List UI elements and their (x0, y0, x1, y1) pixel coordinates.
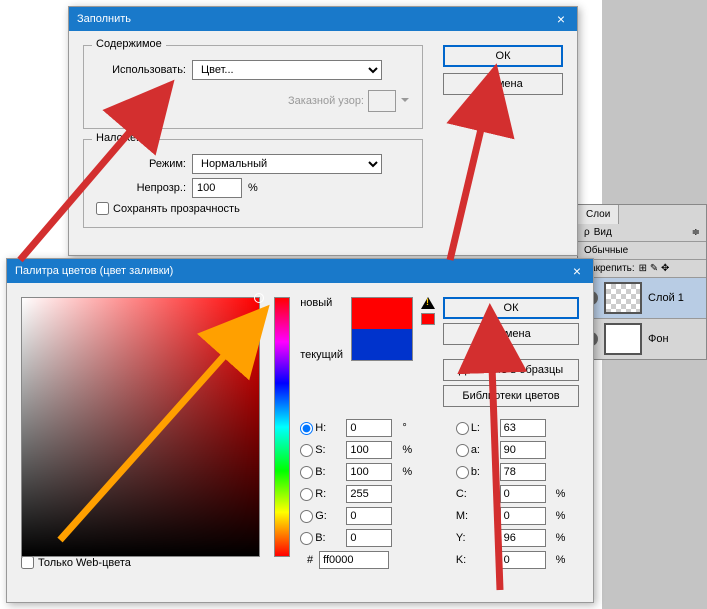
new-color-swatch (352, 298, 412, 329)
opacity-input[interactable] (192, 178, 242, 198)
bv-radio[interactable] (300, 466, 313, 479)
gamut-warning-icon[interactable] (421, 297, 435, 309)
pattern-picker (368, 90, 396, 112)
hex-input[interactable] (319, 551, 389, 569)
s-input[interactable] (346, 441, 392, 459)
tab-layers[interactable]: Слои (578, 205, 619, 224)
ok-button[interactable]: ОК (443, 45, 563, 67)
color-picker-dialog: Палитра цветов (цвет заливки) × новый те… (6, 258, 594, 603)
r-input[interactable] (346, 485, 392, 503)
y-input[interactable] (500, 529, 546, 547)
a-radio[interactable] (456, 444, 469, 457)
picker-titlebar: Палитра цветов (цвет заливки) × (7, 259, 593, 283)
preserve-label: Сохранять прозрачность (113, 203, 240, 215)
content-legend: Содержимое (92, 38, 166, 50)
add-swatch-button[interactable]: Добавить в образцы (443, 359, 579, 381)
bb-input[interactable] (500, 463, 546, 481)
l-input[interactable] (500, 419, 546, 437)
hue-slider[interactable] (274, 297, 291, 557)
cancel-button[interactable]: Отмена (443, 323, 579, 345)
ok-button[interactable]: ОК (443, 297, 579, 319)
l-radio[interactable] (456, 422, 469, 435)
c-input[interactable] (500, 485, 546, 503)
bv-input[interactable] (346, 463, 392, 481)
use-dropdown[interactable]: Цвет... (192, 60, 382, 80)
preserve-transparency-checkbox[interactable] (96, 202, 109, 215)
new-label: новый (300, 297, 343, 309)
k-input[interactable] (500, 551, 546, 569)
hex-label: # (307, 554, 313, 566)
pattern-label: Заказной узор: (288, 95, 364, 107)
picker-title: Палитра цветов (цвет заливки) (15, 265, 173, 277)
r-radio[interactable] (300, 488, 313, 501)
mode-label: Режим: (96, 158, 186, 170)
color-field[interactable] (21, 297, 260, 557)
current-color-swatch[interactable] (352, 329, 412, 360)
layers-panel: Слои ρВид ≑ Обычные Закрепить: ⊞ ✎ ✥ Сло… (577, 204, 707, 360)
web-colors-checkbox[interactable] (21, 556, 34, 569)
g-input[interactable] (346, 507, 392, 525)
color-cursor-icon (254, 293, 264, 303)
s-radio[interactable] (300, 444, 313, 457)
color-libraries-button[interactable]: Библиотеки цветов (443, 385, 579, 407)
opacity-label: Непрозр.: (96, 182, 186, 194)
close-icon[interactable]: × (553, 11, 569, 27)
layer-name: Слой 1 (648, 292, 684, 304)
gamut-swatch[interactable] (421, 313, 435, 325)
current-label: текущий (300, 349, 343, 361)
web-colors-label: Только Web-цвета (38, 557, 131, 569)
cancel-button[interactable]: Отмена (443, 73, 563, 95)
color-preview (351, 297, 413, 361)
fill-dialog: Заполнить × ОК Отмена Содержимое Использ… (68, 6, 578, 256)
a-input[interactable] (500, 441, 546, 459)
use-label: Использовать: (96, 64, 186, 76)
fill-titlebar: Заполнить × (69, 7, 577, 31)
h-radio[interactable] (300, 422, 313, 435)
layer-item-bg[interactable]: Фон (578, 318, 706, 359)
opacity-unit: % (248, 182, 258, 194)
layer-thumb (604, 323, 642, 355)
fill-title: Заполнить (77, 13, 131, 25)
lock-icons[interactable]: ⊞ ✎ ✥ (639, 263, 670, 274)
bb-radio[interactable] (456, 466, 469, 479)
h-input[interactable] (346, 419, 392, 437)
mode-dropdown[interactable]: Нормальный (192, 154, 382, 174)
blend-mode-value[interactable]: Обычные (584, 245, 628, 256)
layer-thumb (604, 282, 642, 314)
g-radio[interactable] (300, 510, 313, 523)
b-radio[interactable] (300, 532, 313, 545)
close-icon[interactable]: × (569, 263, 585, 279)
layer-item-1[interactable]: Слой 1 (578, 277, 706, 318)
layers-kind-label: Вид (594, 227, 612, 238)
b-input[interactable] (346, 529, 392, 547)
layer-name: Фон (648, 333, 669, 345)
m-input[interactable] (500, 507, 546, 525)
blend-legend: Наложение (92, 132, 158, 144)
